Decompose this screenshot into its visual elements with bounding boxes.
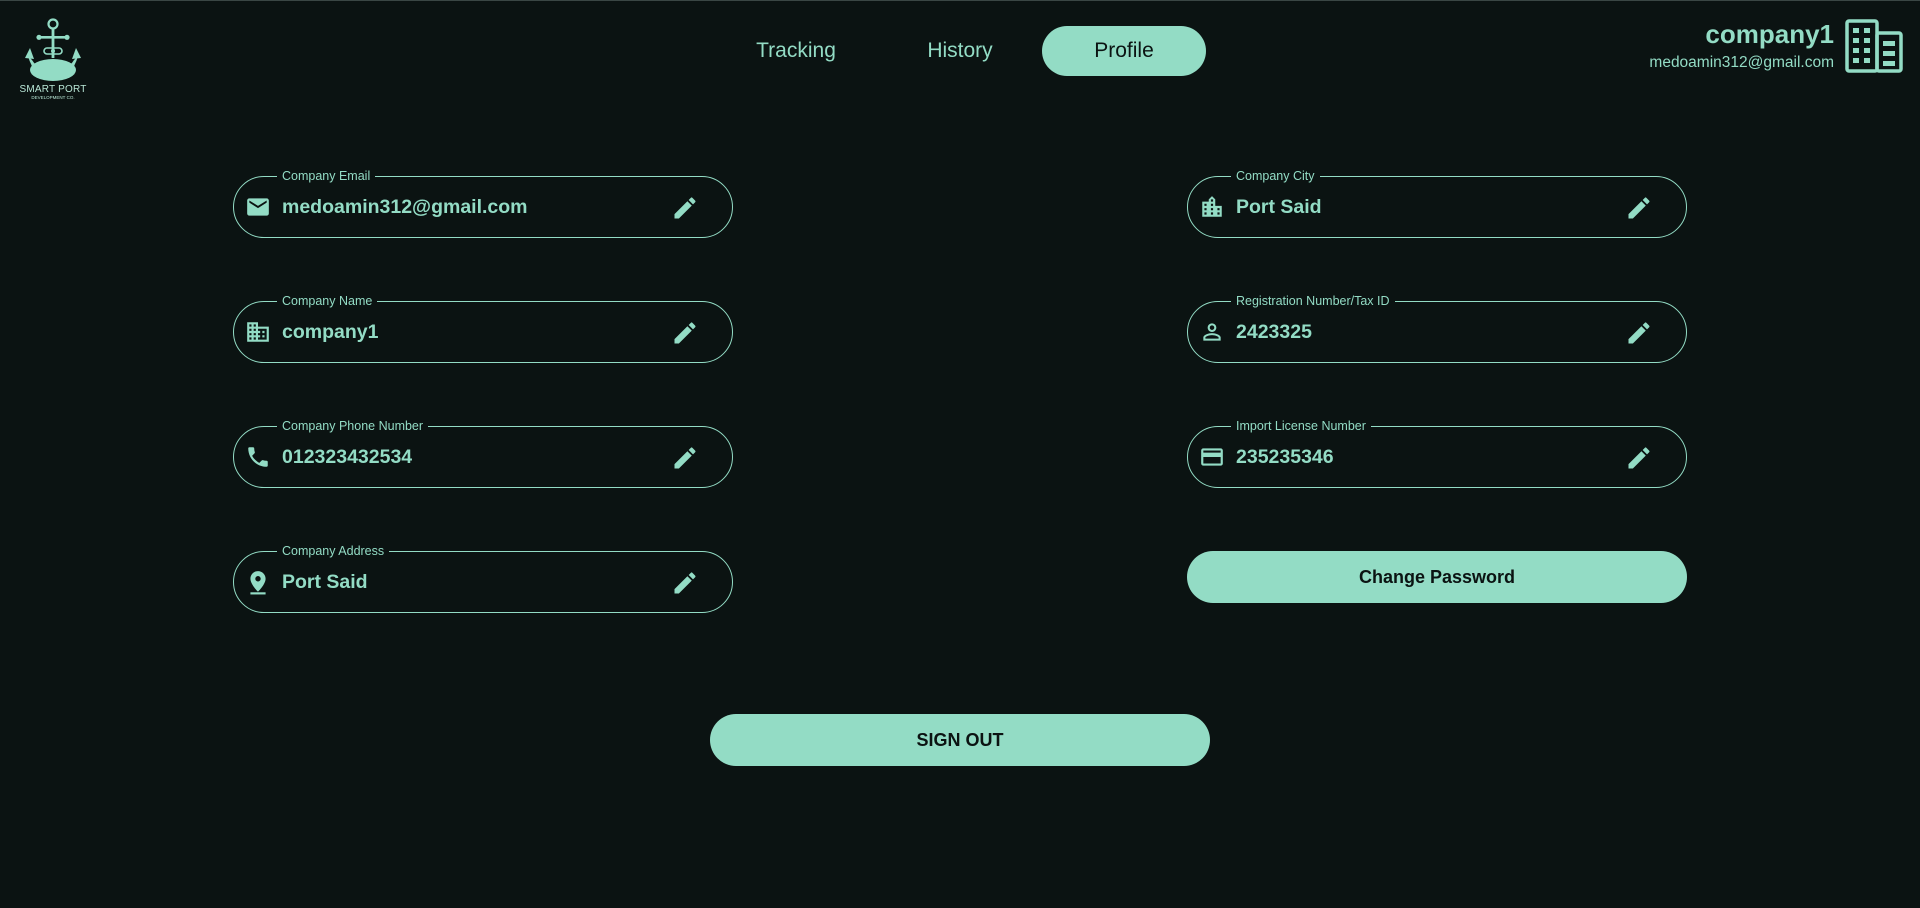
edit-icon[interactable] [671,569,699,597]
logo-subtitle: DEVELOPMENT CO. [31,95,75,100]
field-label: Company Phone Number [277,418,429,434]
company-phone-field[interactable]: Company Phone Number 012323432534 [233,418,733,488]
tab-tracking[interactable]: Tracking [736,26,856,76]
edit-icon[interactable] [1625,194,1653,222]
field-value: Port Said [282,571,368,593]
sign-out-button[interactable]: SIGN OUT [710,714,1210,766]
location-pin-icon [250,571,266,595]
edit-icon[interactable] [1625,444,1653,472]
phone-icon [248,447,268,467]
top-divider [0,0,1920,1]
anchor-icon [25,18,81,81]
field-label: Company Email [277,168,376,184]
edit-icon[interactable] [1625,319,1653,347]
edit-icon[interactable] [671,194,699,222]
field-value: 235235346 [1236,446,1334,468]
building-icon[interactable] [1845,19,1903,78]
city-icon [1202,196,1222,217]
person-icon [1203,323,1221,341]
mail-icon [247,198,269,216]
user-name: company1 [1705,19,1834,49]
import-license-field[interactable]: Import License Number 235235346 [1187,418,1687,488]
smart-port-logo[interactable]: SMART PORT DEVELOPMENT CO. [18,18,88,104]
field-label: Company City [1231,168,1320,184]
user-email: medoamin312@gmail.com [1649,54,1834,71]
change-password-button[interactable]: Change Password [1187,551,1687,603]
company-city-field[interactable]: Company City Port Said [1187,168,1687,238]
field-value: 012323432534 [282,446,413,468]
edit-icon[interactable] [671,444,699,472]
credit-card-icon [1201,448,1223,466]
tab-history[interactable]: History [900,26,1020,76]
field-label: Registration Number/Tax ID [1231,293,1395,309]
field-value: medoamin312@gmail.com [282,196,528,218]
company-email-field[interactable]: Company Email medoamin312@gmail.com [233,168,733,238]
field-label: Import License Number [1231,418,1371,434]
edit-icon[interactable] [671,319,699,347]
field-value: 2423325 [1236,321,1312,343]
field-label: Company Name [277,293,378,309]
logo-title: SMART PORT [19,84,87,95]
registration-number-field[interactable]: Registration Number/Tax ID 2423325 [1187,293,1687,363]
building-icon [247,322,269,342]
field-label: Company Address [277,543,390,559]
tab-profile[interactable]: Profile [1042,26,1206,76]
field-value: Port Said [1236,196,1322,218]
company-address-field[interactable]: Company Address Port Said [233,543,733,613]
field-value: company1 [282,321,379,343]
company-name-field[interactable]: Company Name company1 [233,293,733,363]
